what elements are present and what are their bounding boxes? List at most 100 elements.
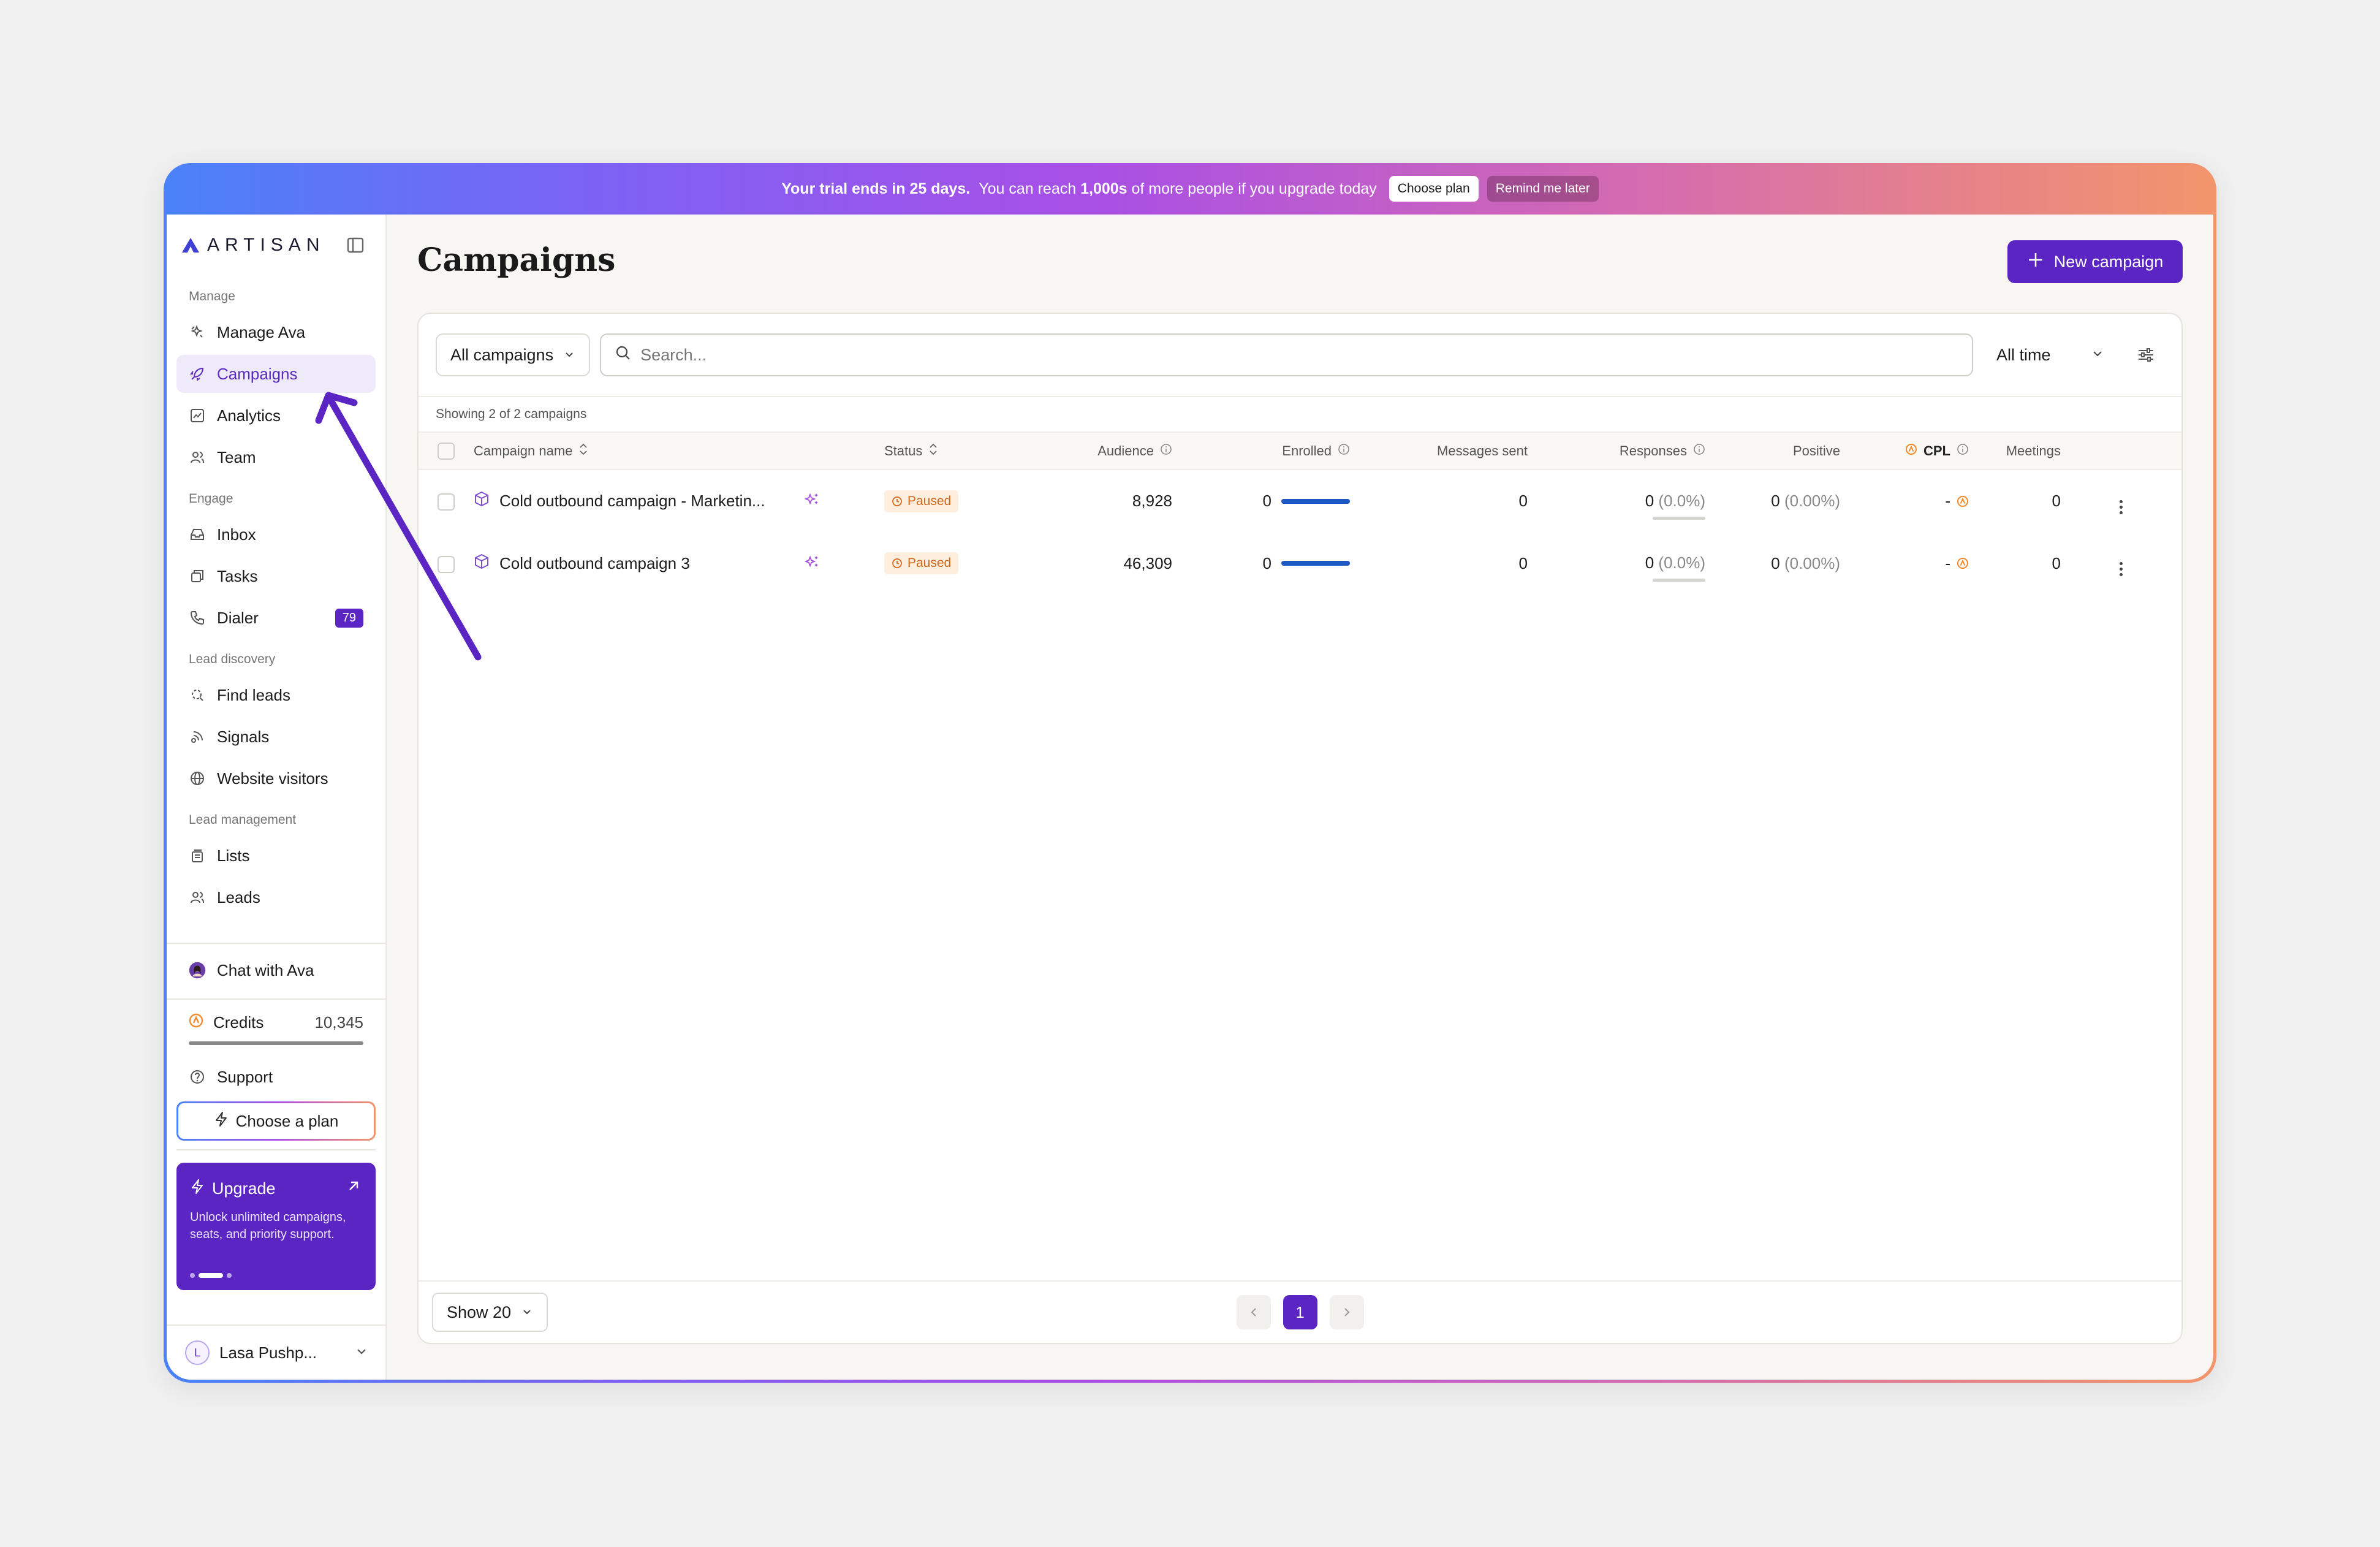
- ai-cell: [804, 532, 884, 595]
- cube-icon: [474, 491, 490, 511]
- info-icon[interactable]: [1693, 443, 1705, 459]
- sidebar-item-lists[interactable]: Lists: [176, 837, 376, 875]
- sidebar-item-label: Inbox: [217, 525, 256, 544]
- col-enrolled: Enrolled: [1172, 433, 1350, 469]
- new-campaign-button[interactable]: New campaign: [2007, 240, 2183, 283]
- column-settings-icon[interactable]: [2128, 336, 2164, 373]
- phone-icon: [189, 609, 206, 626]
- inbox-icon: [189, 526, 206, 543]
- search-placeholder: Search...: [640, 345, 707, 364]
- sidebar: ARTISAN Manage Manage Ava Campaigns Anal…: [167, 215, 387, 1380]
- table-row[interactable]: Cold outbound campaign 3 Paused 46,309 0…: [419, 532, 2181, 595]
- info-icon[interactable]: [1957, 443, 1969, 459]
- credits-coin-icon: [1957, 495, 1968, 507]
- sidebar-item-label: Find leads: [217, 685, 290, 704]
- brand-name: ARTISAN: [207, 235, 325, 255]
- sidebar-item-support[interactable]: Support: [176, 1058, 376, 1096]
- ai-cell: [804, 469, 884, 532]
- sidebar-item-inbox[interactable]: Inbox: [176, 515, 376, 553]
- responses-cell: 0 (0.0%): [1528, 469, 1705, 532]
- credits-label: Credits: [213, 1013, 264, 1032]
- sidebar-item-leads[interactable]: Leads: [176, 878, 376, 916]
- sidebar-item-analytics[interactable]: Analytics: [176, 397, 376, 435]
- main-content: Campaigns New campaign All campaigns Sea…: [387, 215, 2213, 1380]
- sidebar-item-label: Manage Ava: [217, 322, 306, 341]
- arrow-up-right-icon: [346, 1179, 361, 1196]
- sidebar-item-tasks[interactable]: Tasks: [176, 557, 376, 595]
- collapse-sidebar-icon[interactable]: [346, 236, 365, 254]
- remind-later-button[interactable]: Remind me later: [1487, 176, 1599, 202]
- row-select-cell: [419, 532, 474, 595]
- search-input[interactable]: Search...: [600, 333, 1973, 376]
- info-icon[interactable]: [1160, 443, 1172, 459]
- carousel-dots[interactable]: [190, 1273, 232, 1278]
- cpl-cell: -: [1840, 469, 1969, 532]
- status-badge: Paused: [884, 552, 959, 574]
- select-all-checkbox[interactable]: [438, 442, 455, 460]
- col-audience: Audience: [1007, 433, 1172, 469]
- col-status[interactable]: Status: [884, 433, 1007, 469]
- sidebar-item-label: Website visitors: [217, 769, 328, 788]
- meetings-cell: 0: [2052, 553, 2061, 572]
- user-menu[interactable]: L Lasa Pushp...: [167, 1325, 385, 1380]
- sidebar-item-manage-ava[interactable]: Manage Ava: [176, 313, 376, 351]
- user-name: Lasa Pushp...: [219, 1343, 317, 1362]
- credits-row[interactable]: Credits 10,345: [167, 1007, 385, 1038]
- chat-with-ava[interactable]: Chat with Ava: [176, 951, 376, 989]
- banner-choose-plan-button[interactable]: Choose plan: [1389, 176, 1479, 202]
- plus-icon: [2027, 251, 2044, 273]
- prev-page-button[interactable]: [1236, 1295, 1271, 1329]
- sidebar-item-dialer[interactable]: Dialer 79: [176, 599, 376, 637]
- row-checkbox[interactable]: [438, 555, 455, 573]
- sidebar-item-label: Signals: [217, 727, 270, 746]
- sidebar-item-website-visitors[interactable]: Website visitors: [176, 759, 376, 797]
- credits-coin-icon: [1905, 443, 1917, 459]
- sidebar-item-campaigns[interactable]: Campaigns: [176, 355, 376, 393]
- next-page-button[interactable]: [1329, 1295, 1364, 1329]
- campaign-name-cell[interactable]: Cold outbound campaign 3: [474, 532, 805, 595]
- reach-text: You can reach 1,000s of more people if y…: [979, 180, 1377, 197]
- col-campaign-name[interactable]: Campaign name: [474, 433, 805, 469]
- credits-coin-icon: [189, 1013, 203, 1032]
- campaign-name: Cold outbound campaign 3: [499, 553, 690, 572]
- table-row[interactable]: Cold outbound campaign - Marketin... Pau…: [419, 469, 2181, 532]
- campaign-filter-dropdown[interactable]: All campaigns: [436, 333, 591, 376]
- campaign-name: Cold outbound campaign - Marketin...: [499, 492, 765, 510]
- upgrade-title: Upgrade: [212, 1179, 276, 1198]
- sidebar-item-team[interactable]: Team: [176, 438, 376, 476]
- page-button-current[interactable]: 1: [1283, 1295, 1317, 1329]
- sidebar-item-find-leads[interactable]: Find leads: [176, 676, 376, 714]
- globe-icon: [189, 770, 206, 787]
- sidebar-divider: [167, 943, 385, 944]
- time-range-select[interactable]: All time: [1983, 333, 2118, 376]
- credits-progress: [189, 1041, 363, 1045]
- status-cell: Paused: [884, 469, 1007, 532]
- col-meetings: Meetings: [2006, 443, 2061, 458]
- brand-logo[interactable]: ARTISAN: [181, 235, 325, 256]
- more-options-icon[interactable]: [2120, 562, 2123, 576]
- artisan-logo-icon: [182, 238, 199, 253]
- ava-avatar: [189, 962, 206, 979]
- section-label-manage: Manage: [189, 289, 235, 303]
- help-icon: [189, 1068, 206, 1085]
- enrolled-progress-bar: [1281, 498, 1350, 504]
- responses-cell: 0 (0.0%): [1528, 532, 1705, 595]
- choose-a-plan-label: Choose a plan: [235, 1111, 339, 1130]
- sidebar-item-signals[interactable]: Signals: [176, 718, 376, 756]
- responses-progress-bar: [1653, 516, 1705, 520]
- clock-icon: [892, 496, 902, 506]
- info-icon[interactable]: [1338, 443, 1350, 459]
- page-size-select[interactable]: Show 20: [432, 1293, 548, 1332]
- search-icon: [615, 344, 632, 366]
- bolt-icon: [214, 1111, 229, 1131]
- sidebar-item-label: Dialer: [217, 608, 259, 627]
- enrolled-cell: 0: [1172, 532, 1350, 595]
- upgrade-card[interactable]: Upgrade Unlock unlimited campaigns, seat…: [176, 1163, 376, 1290]
- campaigns-table: Campaign name Status Audience Enrolled M…: [419, 433, 2181, 595]
- row-actions-cell: [2061, 532, 2181, 595]
- campaign-name-cell[interactable]: Cold outbound campaign - Marketin...: [474, 469, 805, 532]
- campaigns-card: All campaigns Search... All time Showing…: [417, 313, 2183, 1344]
- choose-a-plan-button[interactable]: Choose a plan: [176, 1101, 376, 1141]
- row-checkbox[interactable]: [438, 493, 455, 511]
- more-options-icon[interactable]: [2120, 500, 2123, 514]
